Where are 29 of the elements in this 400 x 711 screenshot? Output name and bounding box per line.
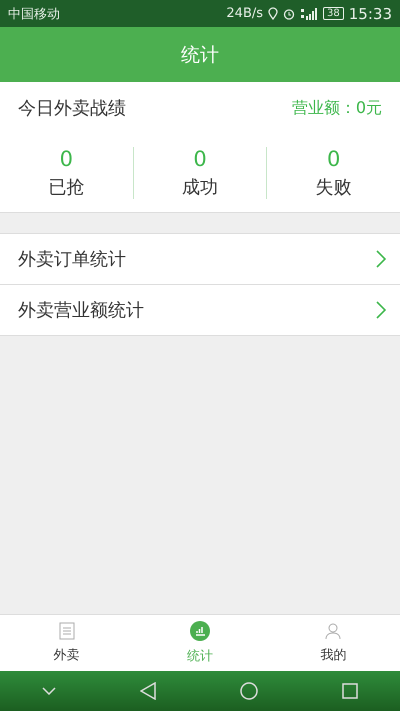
tab[interactable]: 外卖 xyxy=(0,615,134,671)
stat-value: 0 xyxy=(193,147,207,171)
battery-level: 38 xyxy=(323,7,344,20)
signal-icon xyxy=(300,8,318,20)
clock: 15:33 xyxy=(348,4,392,22)
menu-item[interactable]: 外卖订单统计 xyxy=(0,234,400,285)
stat-label: 成功 xyxy=(182,176,218,199)
menu-item[interactable]: 外卖营业额统计 xyxy=(0,285,400,336)
person-icon xyxy=(324,622,342,640)
stat-value: 0 xyxy=(326,147,340,171)
document-icon xyxy=(58,622,75,640)
recents-icon[interactable] xyxy=(342,683,358,699)
stat-label: 失败 xyxy=(316,176,352,199)
bar-chart-icon xyxy=(190,621,210,641)
home-icon[interactable] xyxy=(240,682,258,700)
chevron-right-icon xyxy=(376,301,386,319)
chevron-right-icon xyxy=(376,250,386,268)
page-title: 统计 xyxy=(181,42,219,68)
network-speed: 24B/s xyxy=(226,6,264,21)
stat-value: 0 xyxy=(60,147,74,171)
alarm-icon xyxy=(283,8,296,20)
stat-label: 已抢 xyxy=(48,176,84,199)
card-title: 今日外卖战绩 xyxy=(18,97,126,120)
location-icon xyxy=(268,7,278,20)
chevron-down-icon[interactable] xyxy=(42,687,56,695)
revenue-text: 营业额：0元 xyxy=(292,98,382,118)
carrier-name: 中国移动 xyxy=(8,6,60,22)
tab[interactable]: 我的 xyxy=(266,615,400,671)
back-icon[interactable] xyxy=(140,682,156,700)
